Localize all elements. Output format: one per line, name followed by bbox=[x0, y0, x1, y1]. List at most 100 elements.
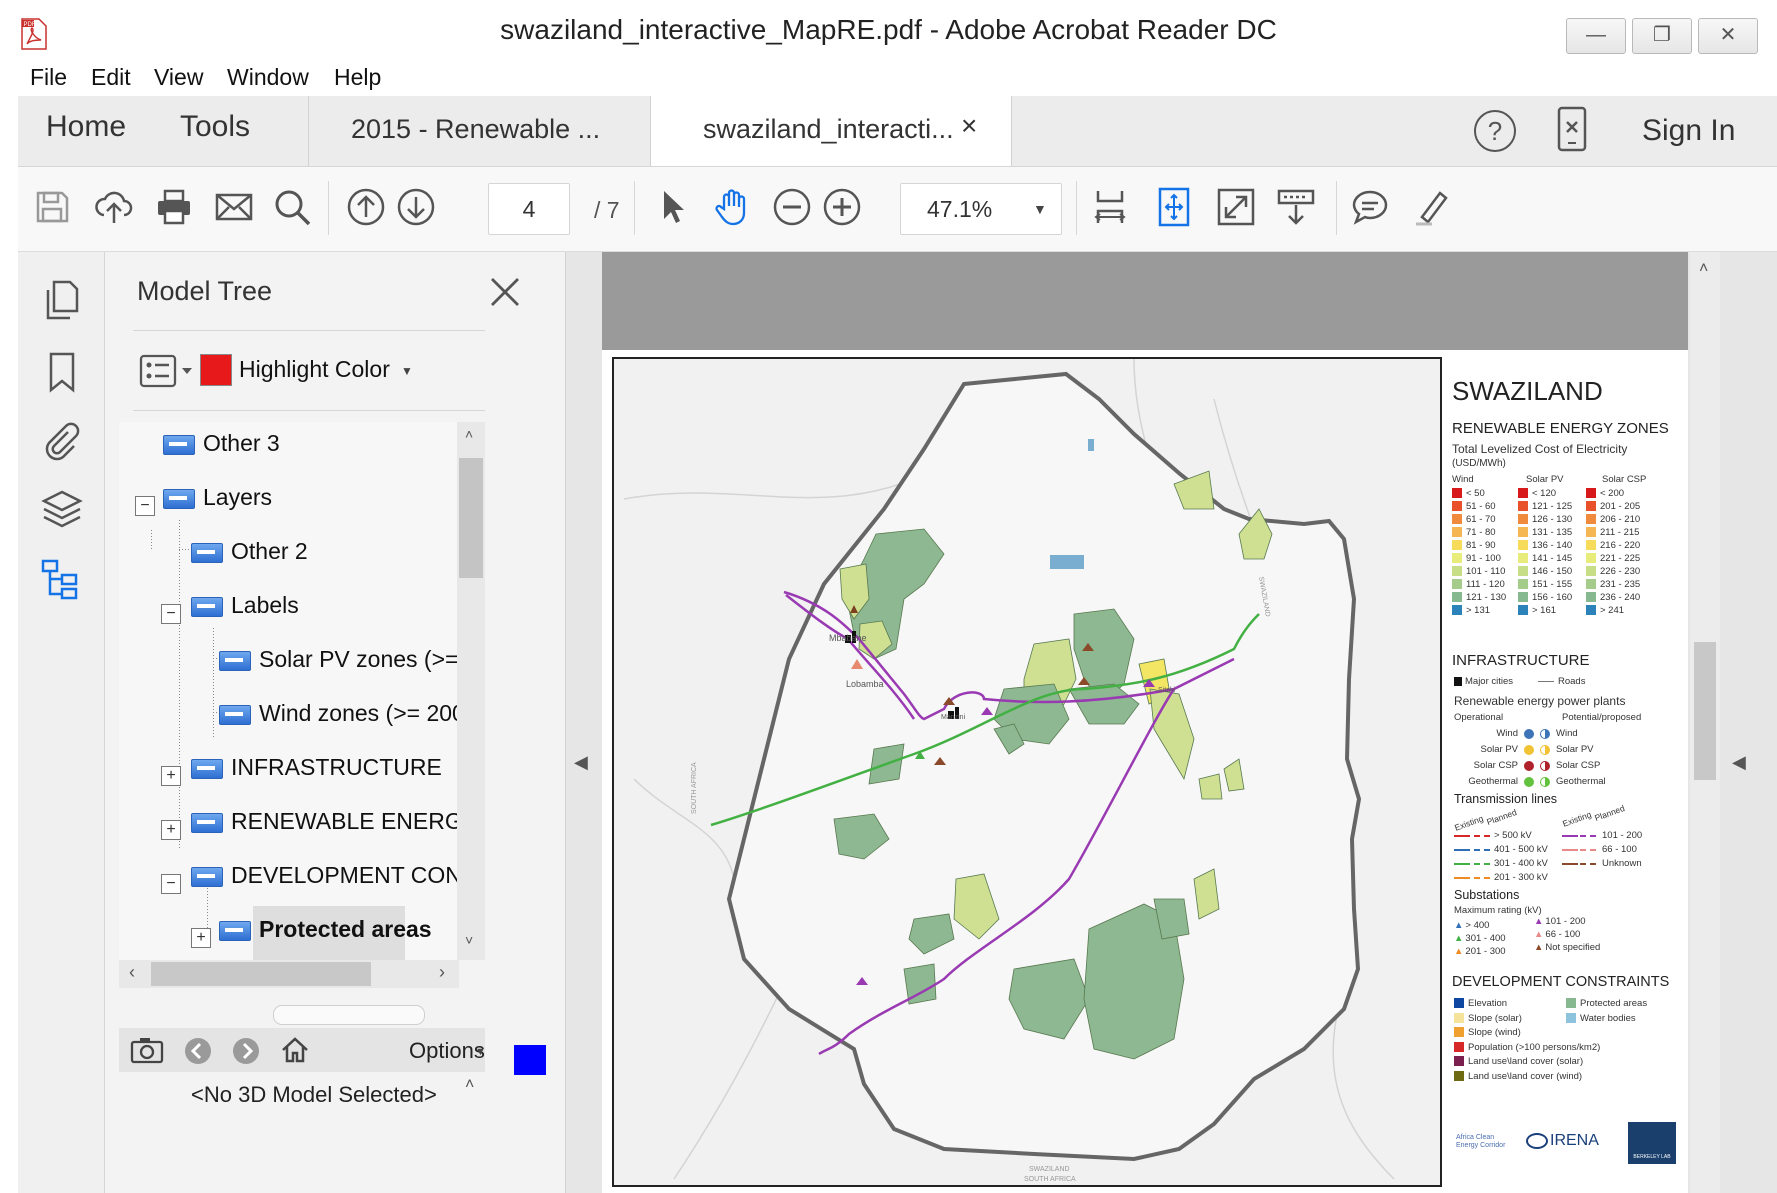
expand-icon[interactable]: + bbox=[161, 820, 181, 840]
full-screen-icon[interactable] bbox=[1214, 185, 1258, 229]
tree-item-labels[interactable]: Labels bbox=[191, 592, 299, 632]
collapse-icon[interactable]: − bbox=[135, 496, 155, 516]
options-button[interactable]: Options bbox=[409, 1038, 485, 1064]
tree-item-development-constraints[interactable]: DEVELOPMENT CONSTRAIN bbox=[191, 862, 485, 902]
legend-planned-label: Planned bbox=[1485, 806, 1518, 828]
tree-item-other-2[interactable]: Other 2 bbox=[191, 538, 308, 578]
menu-file[interactable]: File bbox=[30, 64, 67, 91]
legend-swatch bbox=[1586, 501, 1596, 512]
scroll-up-icon[interactable]: ˄ bbox=[465, 1076, 474, 1094]
bookmarks-icon[interactable] bbox=[40, 350, 84, 394]
collapse-icon[interactable]: − bbox=[161, 874, 181, 894]
legend-col-solar-pv: Solar PV bbox=[1526, 474, 1564, 485]
highlight-pen-icon[interactable] bbox=[1410, 185, 1454, 229]
tree-item-label: Wind zones (>= 200 W/ bbox=[259, 700, 485, 726]
highlight-color-swatch[interactable] bbox=[200, 354, 232, 386]
restore-button[interactable]: ❐ bbox=[1632, 18, 1692, 54]
zoom-out-icon[interactable] bbox=[770, 185, 814, 229]
scrollbar-thumb[interactable] bbox=[459, 458, 483, 578]
tree-item-layers[interactable]: Layers bbox=[163, 484, 272, 524]
comment-icon[interactable] bbox=[1348, 185, 1392, 229]
document-vertical-scrollbar[interactable]: ˄ bbox=[1690, 252, 1720, 1193]
legend-dev-item: Land use\land cover (wind) bbox=[1454, 1071, 1582, 1082]
minimize-button[interactable]: — bbox=[1566, 18, 1626, 54]
chevron-down-icon[interactable]: ▼ bbox=[401, 364, 413, 378]
sign-in-button[interactable]: Sign In bbox=[1642, 114, 1735, 148]
menu-edit[interactable]: Edit bbox=[91, 64, 131, 91]
panel-splitter-handle[interactable] bbox=[273, 1005, 425, 1025]
legend-dev-item: Land use\land cover (solar) bbox=[1454, 1056, 1583, 1067]
tab-tools[interactable]: Tools bbox=[180, 110, 250, 144]
tree-item-wind-zones[interactable]: Wind zones (>= 200 W/ bbox=[219, 700, 485, 740]
home-icon[interactable] bbox=[279, 1034, 311, 1071]
fit-width-icon[interactable] bbox=[1088, 185, 1132, 229]
layers-icon[interactable] bbox=[40, 488, 84, 532]
tree-options-icon[interactable] bbox=[139, 354, 199, 393]
legend-lcoe-value: > 161 bbox=[1532, 605, 1557, 616]
model-tree-icon[interactable] bbox=[40, 558, 84, 602]
tree-item-other-3[interactable]: Other 3 bbox=[163, 430, 280, 470]
camera-icon[interactable] bbox=[129, 1034, 165, 1071]
scrollbar-thumb[interactable] bbox=[1694, 642, 1716, 780]
tree-item-renewable-energy-zones[interactable]: RENEWABLE ENERGY ZONE bbox=[191, 808, 485, 848]
legend-trans-existing-line bbox=[1454, 849, 1470, 851]
mobile-link-icon[interactable] bbox=[1556, 106, 1588, 157]
legend-trans-existing-line bbox=[1562, 835, 1578, 837]
legend-subst-label: 66 - 100 bbox=[1545, 929, 1581, 940]
save-icon[interactable] bbox=[30, 185, 74, 229]
tree-vertical-scrollbar[interactable]: ˄ ˅ bbox=[457, 422, 485, 960]
tree-item-solar-pv-zones[interactable]: Solar PV zones (>= 210 bbox=[219, 646, 485, 686]
collapse-left-panel-icon[interactable]: ◀ bbox=[574, 752, 588, 773]
close-window-button[interactable]: ✕ bbox=[1698, 18, 1758, 54]
tree-item-infrastructure[interactable]: INFRASTRUCTURE bbox=[191, 754, 485, 794]
help-icon[interactable]: ? bbox=[1474, 110, 1516, 152]
email-icon[interactable] bbox=[212, 185, 256, 229]
scroll-up-icon[interactable]: ˄ bbox=[1699, 260, 1708, 278]
attachments-icon[interactable] bbox=[40, 420, 84, 464]
expand-icon[interactable]: + bbox=[191, 928, 211, 948]
zoom-in-icon[interactable] bbox=[820, 185, 864, 229]
legend-major-cities: Major cities bbox=[1454, 676, 1513, 687]
scroll-down-icon[interactable]: ˅ bbox=[465, 932, 473, 948]
fit-page-icon[interactable] bbox=[1152, 185, 1196, 229]
close-panel-icon[interactable] bbox=[487, 274, 523, 310]
legend-dev-label: Population (>100 persons/km2) bbox=[1468, 1041, 1601, 1053]
page-number-input[interactable]: 4 bbox=[488, 183, 570, 235]
scroll-left-icon[interactable]: ‹ bbox=[129, 962, 135, 983]
collapse-right-panel-icon[interactable]: ◀ bbox=[1732, 752, 1746, 773]
menu-view[interactable]: View bbox=[154, 64, 203, 91]
scroll-up-icon[interactable]: ˄ bbox=[465, 426, 473, 442]
chevron-down-icon[interactable]: ▼ bbox=[475, 1046, 486, 1058]
expand-icon[interactable]: + bbox=[161, 766, 181, 786]
forward-arrow-icon[interactable] bbox=[231, 1036, 261, 1071]
legend-subst-label: 301 - 400 bbox=[1465, 933, 1506, 944]
legend-plant-operational-label: Solar CSP bbox=[1473, 760, 1518, 771]
page-thumbnails-icon[interactable] bbox=[40, 278, 84, 322]
tab-doc-swaziland[interactable]: swaziland_interacti... × bbox=[650, 96, 1012, 166]
highlight-color-label[interactable]: Highlight Color bbox=[239, 356, 390, 383]
back-arrow-icon[interactable] bbox=[183, 1036, 213, 1071]
select-cursor-icon[interactable] bbox=[650, 185, 694, 229]
tab-home[interactable]: Home bbox=[46, 110, 126, 144]
legend-lcoe-value: 136 - 140 bbox=[1532, 540, 1573, 551]
hand-tool-icon[interactable] bbox=[710, 185, 754, 229]
close-tab-icon[interactable]: × bbox=[961, 110, 977, 142]
scrollbar-thumb[interactable] bbox=[151, 962, 371, 986]
read-mode-icon[interactable] bbox=[1274, 185, 1318, 229]
print-icon[interactable] bbox=[152, 185, 196, 229]
legend-plant-operational-dot bbox=[1524, 729, 1534, 739]
collapse-icon[interactable]: − bbox=[161, 604, 181, 624]
tree-item-protected-areas[interactable]: Protected areas bbox=[219, 916, 432, 956]
previous-page-icon[interactable] bbox=[344, 185, 388, 229]
tree-horizontal-scrollbar[interactable]: ‹ › bbox=[119, 960, 459, 988]
upload-cloud-icon[interactable] bbox=[92, 185, 136, 229]
zoom-select[interactable]: 47.1% ▼ bbox=[900, 183, 1062, 235]
menu-window[interactable]: Window bbox=[227, 64, 309, 91]
color-swatch[interactable] bbox=[514, 1045, 546, 1075]
search-icon[interactable] bbox=[270, 185, 314, 229]
tab-doc-renewable[interactable]: 2015 - Renewable ... bbox=[308, 96, 669, 166]
scroll-right-icon[interactable]: › bbox=[439, 962, 445, 983]
menu-help[interactable]: Help bbox=[334, 64, 381, 91]
next-page-icon[interactable] bbox=[394, 185, 438, 229]
legend-lcoe-wind-item: < 50 bbox=[1452, 488, 1485, 499]
